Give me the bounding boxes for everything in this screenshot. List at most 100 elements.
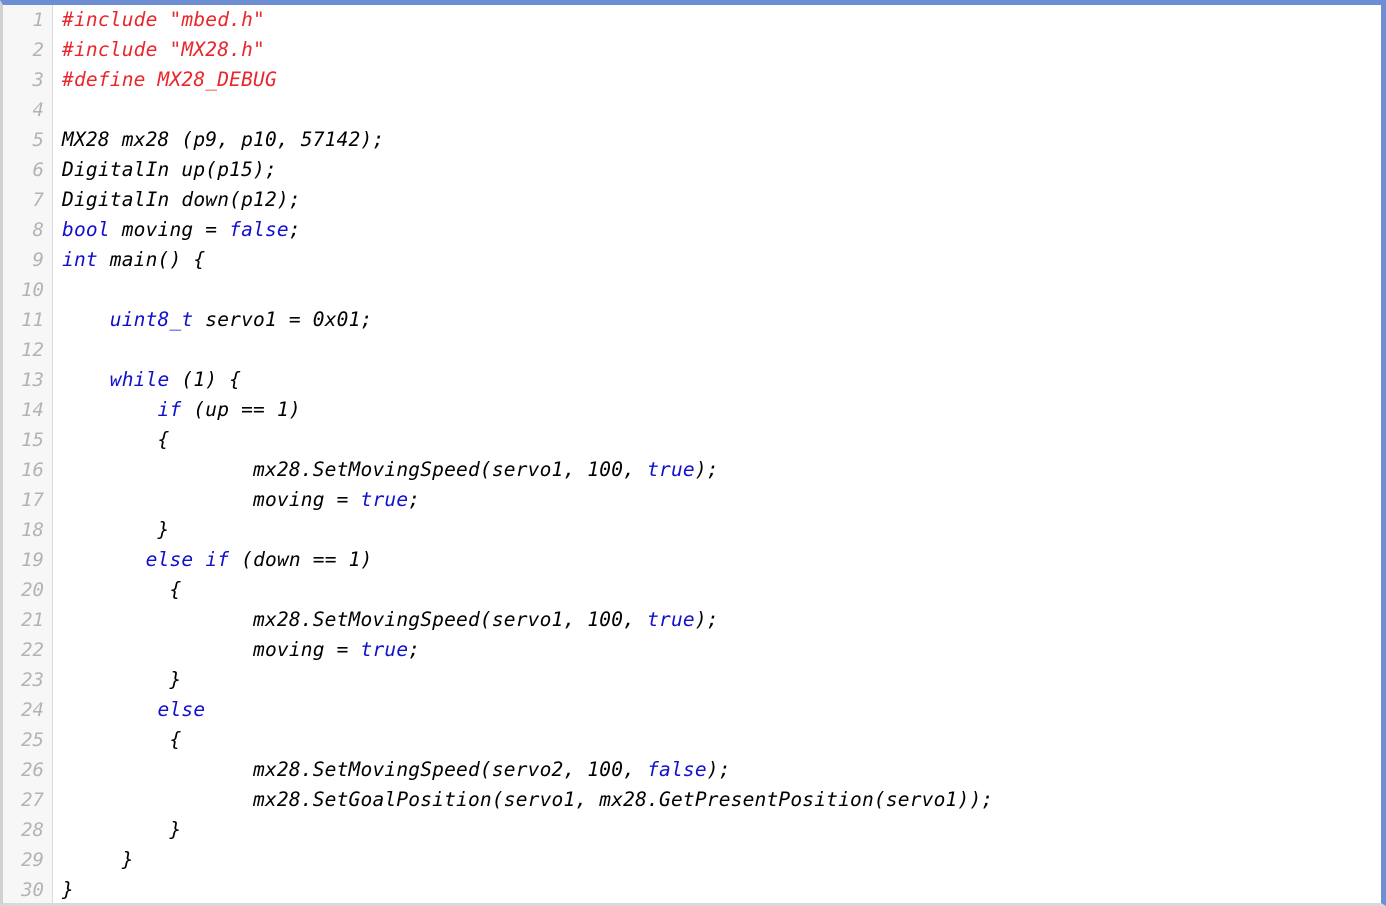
line-number: 14 xyxy=(21,399,44,421)
code-line-source: else if (down == 1) xyxy=(52,545,1381,575)
code-token-id: (1) { xyxy=(169,368,242,391)
code-token-id: (down == 1) xyxy=(229,548,373,571)
line-number: 27 xyxy=(21,789,44,811)
code-line[interactable]: 15 { xyxy=(3,425,1381,455)
code-line[interactable]: 24 else xyxy=(3,695,1381,725)
code-line[interactable]: 28 } xyxy=(3,815,1381,845)
code-line-source: { xyxy=(52,575,1381,605)
code-line-source: { xyxy=(52,425,1381,455)
code-line[interactable]: 30} xyxy=(3,875,1381,903)
line-number: 26 xyxy=(21,759,44,781)
line-number: 8 xyxy=(32,219,44,241)
code-line[interactable]: 12 xyxy=(3,335,1381,365)
code-line[interactable]: 17 moving = true; xyxy=(3,485,1381,515)
code-token-kw: true xyxy=(647,458,695,481)
code-line[interactable]: 4 xyxy=(3,95,1381,125)
code-line-source: while (1) { xyxy=(52,365,1381,395)
code-line[interactable]: 27 mx28.SetGoalPosition(servo1, mx28.Get… xyxy=(3,785,1381,815)
code-token-id: servo1 = 0x01; xyxy=(193,308,373,331)
code-token-id: mx28.SetMovingSpeed(servo1, 100, xyxy=(62,458,648,481)
code-line[interactable]: 26 mx28.SetMovingSpeed(servo2, 100, fals… xyxy=(3,755,1381,785)
line-number: 16 xyxy=(21,459,44,481)
code-token-id: MX28 mx28 (p9, p10, 57142); xyxy=(62,128,385,151)
code-line[interactable]: 1 #include "mbed.h" xyxy=(3,5,1381,35)
code-line-source: mx28.SetMovingSpeed(servo1, 100, true); xyxy=(52,455,1381,485)
code-line[interactable]: 8 bool moving = false; xyxy=(3,215,1381,245)
code-line-source: } xyxy=(52,815,1381,845)
code-line[interactable]: 29 } xyxy=(3,845,1381,875)
line-number: 18 xyxy=(21,519,44,541)
line-number: 9 xyxy=(32,249,44,271)
code-line-source: } xyxy=(52,515,1381,545)
line-number: 3 xyxy=(32,69,44,91)
code-line-source: bool moving = false; xyxy=(52,215,1381,245)
code-token-kw: bool xyxy=(62,218,110,241)
code-token-id: mx28.SetMovingSpeed(servo1, 100, xyxy=(62,608,648,631)
code-viewer-frame: 1 #include "mbed.h" 2 #include "MX28.h" 3 #de… xyxy=(0,0,1386,906)
code-line-source: } xyxy=(52,875,1381,903)
code-line[interactable]: 25 { xyxy=(3,725,1381,755)
line-number: 12 xyxy=(21,339,44,361)
code-line-source: { xyxy=(52,725,1381,755)
code-token-kw: else xyxy=(157,698,206,721)
code-line[interactable]: 10 xyxy=(3,275,1381,305)
code-line-source: int main() { xyxy=(52,245,1381,275)
code-token-pre: #define MX28_DEBUG xyxy=(62,68,277,91)
code-line[interactable]: 5 MX28 mx28 (p9, p10, 57142); xyxy=(3,125,1381,155)
code-line[interactable]: 13 while (1) { xyxy=(3,365,1381,395)
code-line[interactable]: 20 { xyxy=(3,575,1381,605)
code-line-source: #include "mbed.h" xyxy=(52,5,1381,35)
code-line[interactable]: 7 DigitalIn down(p12); xyxy=(3,185,1381,215)
code-token-kw: false xyxy=(647,758,707,781)
code-line[interactable]: 11 uint8_t servo1 = 0x01; xyxy=(3,305,1381,335)
code-line-source: else xyxy=(52,695,1381,725)
code-token-kw: else xyxy=(145,548,194,571)
code-token-kw: true xyxy=(360,638,409,661)
line-number: 6 xyxy=(32,159,44,181)
code-token-id: } xyxy=(62,878,74,901)
code-token-id xyxy=(62,398,158,421)
code-line[interactable]: 18 } xyxy=(3,515,1381,545)
code-line-list: 1 #include "mbed.h" 2 #include "MX28.h" 3 #de… xyxy=(3,5,1381,903)
line-number: 13 xyxy=(21,369,44,391)
code-line[interactable]: 3 #define MX28_DEBUG xyxy=(3,65,1381,95)
code-token-id: } xyxy=(62,818,182,841)
code-token-pre: #include "MX28.h" xyxy=(62,38,265,61)
code-line-source: } xyxy=(52,845,1381,875)
code-line-source: mx28.SetGoalPosition(servo1, mx28.GetPre… xyxy=(52,785,1381,815)
code-line[interactable]: 6 DigitalIn up(p15); xyxy=(3,155,1381,185)
code-line[interactable]: 14 if (up == 1) xyxy=(3,395,1381,425)
code-line-source: DigitalIn down(p12); xyxy=(52,185,1381,215)
line-number: 11 xyxy=(21,309,44,331)
code-line[interactable]: 2 #include "MX28.h" xyxy=(3,35,1381,65)
code-token-id: mx28.SetGoalPosition(servo1, mx28.GetPre… xyxy=(62,788,994,811)
code-token-id: mx28.SetMovingSpeed(servo2, 100, xyxy=(62,758,648,781)
line-number: 25 xyxy=(21,729,44,751)
code-viewer-body[interactable]: 1 #include "mbed.h" 2 #include "MX28.h" 3 #de… xyxy=(3,5,1381,903)
code-token-id xyxy=(62,308,110,331)
code-line-source: #include "MX28.h" xyxy=(52,35,1381,65)
code-line[interactable]: 9 int main() { xyxy=(3,245,1381,275)
code-line[interactable]: 16 mx28.SetMovingSpeed(servo1, 100, true… xyxy=(3,455,1381,485)
code-token-kw: uint8_t xyxy=(109,308,194,331)
code-line[interactable]: 21 mx28.SetMovingSpeed(servo1, 100, true… xyxy=(3,605,1381,635)
line-number: 5 xyxy=(32,129,44,151)
code-line[interactable]: 19 else if (down == 1) xyxy=(3,545,1381,575)
code-token-kw: while xyxy=(109,368,170,391)
code-token-id: ); xyxy=(694,458,719,481)
code-token-id: } xyxy=(62,518,170,541)
code-token-id: } xyxy=(62,848,134,871)
code-token-kw: true xyxy=(360,488,409,511)
line-number: 20 xyxy=(21,579,44,601)
code-line-source: uint8_t servo1 = 0x01; xyxy=(52,305,1381,335)
code-token-id: ); xyxy=(706,758,731,781)
line-number: 22 xyxy=(21,639,44,661)
code-line[interactable]: 22 moving = true; xyxy=(3,635,1381,665)
line-number: 7 xyxy=(32,189,44,211)
line-number: 17 xyxy=(21,489,44,511)
line-number: 19 xyxy=(21,549,44,571)
code-line[interactable]: 23 } xyxy=(3,665,1381,695)
code-token-id: ; xyxy=(408,638,421,661)
code-token-id xyxy=(62,698,158,721)
line-number: 30 xyxy=(21,879,44,901)
